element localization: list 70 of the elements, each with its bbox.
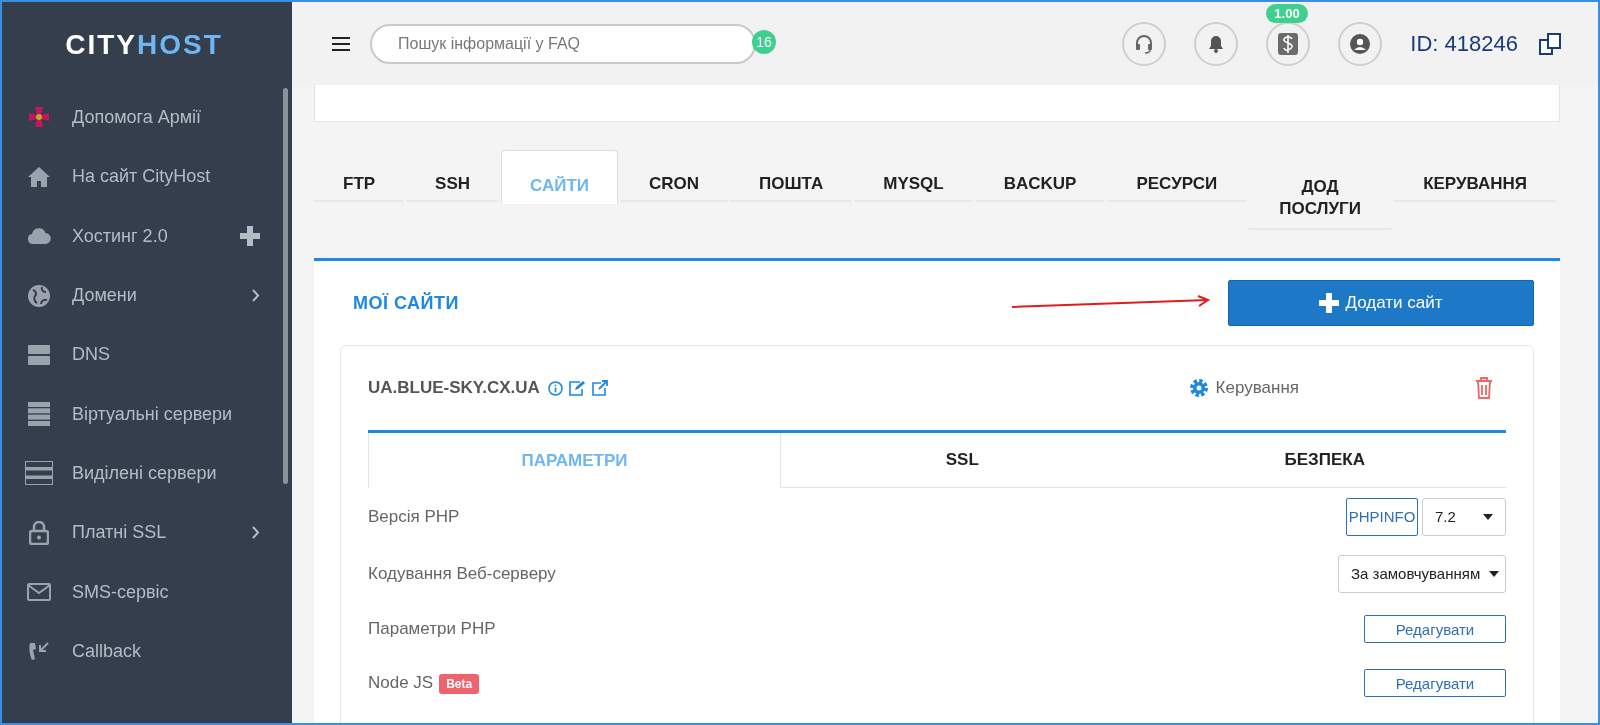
dollar-icon [1278,32,1299,55]
tab[interactable]: BACKUP [974,150,1106,202]
notifications-button[interactable] [1194,21,1239,66]
lock-icon [29,520,49,545]
tab[interactable]: ПОШТА [730,150,853,202]
account-id: ID: 418246 [1410,30,1518,57]
plus-icon [1319,293,1340,313]
menu-icon[interactable] [332,36,350,51]
phone-arrow-icon [28,641,50,662]
edit-button[interactable]: Редагувати [1364,615,1506,643]
sidebar-item[interactable]: Хостинг 2.0 [2,206,292,266]
scrollbar[interactable] [283,88,288,484]
tab[interactable]: РЕСУРСИ [1107,150,1247,202]
manage-link[interactable]: Керування [1181,376,1305,400]
setting-label: Кодування Веб-серверу [368,563,556,583]
tab[interactable]: БЕЗПЕКА [1143,433,1506,488]
tab[interactable]: SSL [781,433,1144,488]
version-dropdown[interactable]: 7.2 [1422,497,1506,536]
sidebar-item[interactable]: Платні SSL [2,503,292,563]
caret-icon [1483,513,1493,520]
caret-icon [1489,570,1499,577]
gear-icon [1187,377,1210,399]
globe-icon [27,283,51,308]
add-site-button[interactable]: Додати сайт [1228,280,1534,326]
external-link-icon[interactable] [590,380,609,396]
tab[interactable]: КЕРУВАННЯ [1394,150,1556,202]
support-button[interactable] [1122,21,1167,66]
user-circle-icon [1350,33,1371,54]
chevron-right-icon [252,526,260,540]
plus-icon[interactable] [240,226,260,247]
encoding-dropdown[interactable]: За замовчуванням [1338,554,1506,593]
edit-icon[interactable] [567,380,586,396]
domain-name: UA.BLUE-SKY.CX.UA [368,378,540,398]
sidebar-item[interactable]: Допомога Армії [2,88,292,148]
balance-badge: 1.00 [1266,3,1308,23]
tab[interactable]: SSH [406,150,500,202]
setting-label: Параметри PHP [368,619,496,638]
search-field[interactable]: Пошук інформації у FAQ [370,23,756,64]
tab[interactable]: MYSQL [854,150,973,202]
chevron-right-icon [252,289,260,303]
home-icon [27,165,51,188]
beta-badge: Beta [439,674,480,694]
profile-button[interactable] [1338,21,1383,66]
sidebar-item[interactable]: Віртуальні сервери [2,384,292,444]
server-rack-icon [25,461,53,486]
setting-label: Версія PHP [368,506,460,526]
sidebar-item[interactable]: Домени [2,265,292,326]
phpinfo-button[interactable]: PHPINFO [1346,497,1418,536]
tab[interactable]: CRON [620,150,729,202]
server-rack-icon [28,402,50,427]
sidebar-item[interactable]: На сайт CityHost [2,147,292,207]
edit-button[interactable]: Редагувати [1364,669,1506,697]
panel-title: МОЇ САЙТИ [353,292,459,314]
envelope-icon [27,583,51,601]
sidebar-item[interactable]: Виділені сервери [2,443,292,504]
info-icon[interactable] [547,380,563,396]
tab[interactable]: FTP [314,150,405,202]
sidebar-item[interactable]: DNS [2,325,292,385]
tab[interactable]: ДОД ПОСЛУГИ [1248,150,1393,230]
copy-icon[interactable] [1538,31,1562,56]
sidebar-item[interactable]: Callback [2,621,292,681]
count-badge: 16 [752,30,776,54]
setting-label: Node JS [368,673,434,692]
sidebar-item[interactable]: SMS-сервіс [2,562,292,622]
trash-icon[interactable] [1475,377,1493,399]
cloud-icon [27,228,51,245]
bell-icon [1208,34,1225,53]
logo: CITYHOST [64,28,224,62]
server-icon [28,344,50,365]
headset-icon [1134,33,1155,54]
